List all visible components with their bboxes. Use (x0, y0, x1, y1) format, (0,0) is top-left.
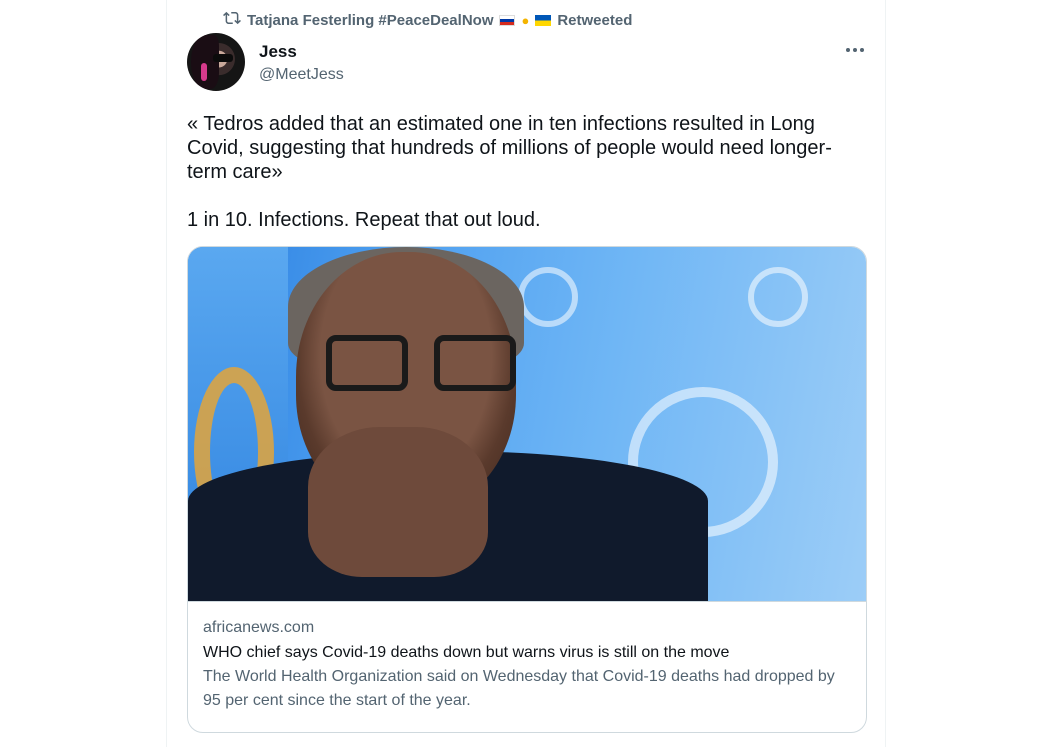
who-emblem-icon (518, 267, 578, 327)
author-display-name[interactable]: Jess (259, 42, 297, 62)
tweet-paragraph: 1 in 10. Infections. Repeat that out lou… (187, 209, 541, 231)
avatar-hair (191, 35, 219, 89)
card-meta: africanews.com WHO chief says Covid-19 d… (188, 602, 866, 713)
more-dot-icon (860, 48, 864, 52)
ru-flag-icon (499, 14, 516, 26)
who-emblem-icon (748, 267, 808, 327)
tweet-text: « Tedros added that an estimated one in … (187, 112, 867, 232)
more-dot-icon (853, 48, 857, 52)
author-handle[interactable]: @MeetJess (259, 66, 344, 84)
person-hands (308, 427, 488, 577)
avatar-accent (201, 63, 207, 81)
avatar-glasses (213, 54, 233, 62)
retweet-icon (223, 9, 241, 31)
handshake-icon: ● (521, 12, 530, 28)
more-options-button[interactable] (841, 36, 869, 64)
person-glasses (326, 335, 526, 395)
retweeted-label: Retweeted (557, 11, 633, 29)
card-domain: africanews.com (203, 619, 315, 636)
more-dot-icon (846, 48, 850, 52)
ua-flag-icon (535, 14, 552, 26)
card-title[interactable]: WHO chief says Covid-19 deaths down but … (203, 641, 851, 665)
card-image (188, 247, 866, 602)
timeline-column: Tatjana Festerling #PeaceDealNow ● Retwe… (166, 0, 886, 747)
avatar[interactable] (187, 33, 245, 91)
retweeter-name[interactable]: Tatjana Festerling #PeaceDealNow (247, 12, 493, 29)
tweet-paragraph: « Tedros added that an estimated one in … (187, 113, 832, 183)
retweet-context[interactable]: Tatjana Festerling #PeaceDealNow ● Retwe… (223, 9, 632, 31)
link-preview-card[interactable]: africanews.com WHO chief says Covid-19 d… (187, 246, 867, 733)
card-description: The World Health Organization said on We… (203, 668, 835, 709)
